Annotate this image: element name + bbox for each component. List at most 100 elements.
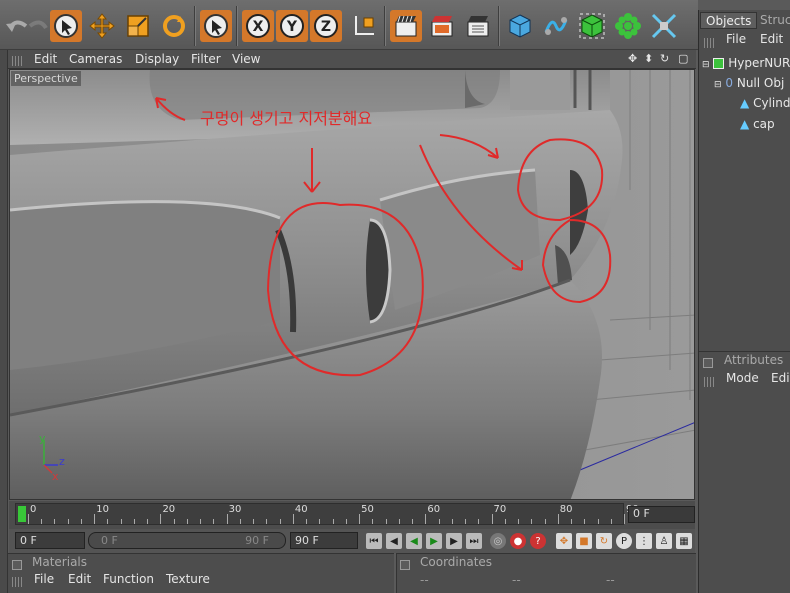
array-object-icon[interactable] bbox=[612, 10, 644, 42]
view-move-icon[interactable]: ✥ bbox=[628, 52, 637, 65]
tree-item-hypernurbs[interactable]: ⊟ HyperNUR bbox=[702, 56, 790, 70]
record-keys-icon[interactable]: ◎ bbox=[490, 533, 506, 549]
next-key-icon[interactable]: ▶ bbox=[446, 533, 462, 549]
render-view-icon[interactable] bbox=[390, 10, 422, 42]
goto-end-icon[interactable]: ⏭ bbox=[466, 533, 482, 549]
svg-text:Y: Y bbox=[286, 19, 298, 35]
timeline-tick bbox=[332, 519, 334, 524]
timeline-tick bbox=[120, 519, 122, 524]
key-rotation-icon[interactable]: ↻ bbox=[596, 533, 612, 549]
timeline-tick bbox=[438, 519, 440, 524]
scale-tool-icon[interactable] bbox=[122, 10, 154, 42]
move-tool-icon[interactable] bbox=[86, 10, 118, 42]
end-frame-field[interactable]: 90 F bbox=[290, 532, 358, 549]
y-axis-lock-icon[interactable]: Y bbox=[276, 10, 308, 42]
deformer-icon[interactable] bbox=[648, 10, 680, 42]
timeline-window-icon[interactable]: ▦ bbox=[676, 533, 692, 549]
timeline-tick bbox=[372, 519, 374, 524]
menu-view[interactable]: View bbox=[232, 52, 260, 66]
range-slider[interactable]: 0 F 90 F bbox=[88, 532, 286, 549]
menu-display[interactable]: Display bbox=[135, 52, 179, 66]
grip-icon bbox=[12, 53, 30, 67]
objects-menu-edit[interactable]: Edit bbox=[760, 31, 783, 48]
timeline-tick bbox=[28, 514, 29, 524]
view-rotate-icon[interactable]: ↻ bbox=[660, 52, 669, 65]
selection-filter-icon[interactable] bbox=[200, 10, 232, 42]
attributes-checkbox[interactable] bbox=[703, 355, 719, 369]
hypernurbs-icon[interactable] bbox=[576, 10, 608, 42]
tab-structure[interactable]: Struct bbox=[755, 12, 790, 29]
coord-field-z[interactable]: -- bbox=[606, 572, 615, 589]
timeline-tick bbox=[186, 519, 188, 524]
z-axis-lock-icon[interactable]: Z bbox=[310, 10, 342, 42]
expand-icon[interactable]: ⊟ bbox=[714, 80, 722, 90]
tree-item-null[interactable]: ⊟ 0 Null Obj bbox=[714, 76, 784, 90]
play-icon[interactable]: ▶ bbox=[426, 533, 442, 549]
cube-object-icon[interactable] bbox=[504, 10, 536, 42]
timeline-tick bbox=[133, 519, 135, 524]
left-edge-strip bbox=[0, 50, 8, 593]
materials-grip-icon bbox=[12, 574, 30, 588]
rotate-tool-icon[interactable] bbox=[158, 10, 190, 42]
timeline-tick bbox=[41, 519, 43, 524]
key-position-icon[interactable]: ✥ bbox=[556, 533, 572, 549]
timeline-ruler[interactable]: 0102030405060708090 bbox=[15, 503, 639, 525]
materials-checkbox[interactable] bbox=[12, 557, 28, 571]
time-slider-handle[interactable] bbox=[18, 506, 26, 522]
timeline-tick bbox=[319, 519, 321, 524]
view-zoom-icon[interactable]: ⬍ bbox=[644, 52, 653, 65]
objects-menu-file[interactable]: File bbox=[726, 31, 746, 48]
key-parameter-icon[interactable]: P bbox=[616, 533, 632, 549]
goto-start-icon[interactable]: ⏮ bbox=[366, 533, 382, 549]
timeline-tick bbox=[610, 519, 612, 524]
scheme-icon[interactable]: ♙ bbox=[656, 533, 672, 549]
attributes-menu-mode[interactable]: Mode bbox=[726, 370, 759, 387]
timeline-tick bbox=[597, 519, 599, 524]
autokey-icon[interactable]: ● bbox=[510, 533, 526, 549]
key-scale-icon[interactable]: ■ bbox=[576, 533, 592, 549]
timeline-tick-label: 20 bbox=[162, 504, 176, 515]
coord-field-y[interactable]: -- bbox=[512, 572, 521, 589]
materials-menu-file[interactable]: File bbox=[34, 571, 54, 588]
spline-icon[interactable] bbox=[540, 10, 572, 42]
timeline-tick bbox=[147, 519, 149, 524]
current-frame-field[interactable]: 0 F bbox=[628, 506, 695, 523]
live-selection-icon[interactable] bbox=[50, 10, 82, 42]
prev-key-icon[interactable]: ◀ bbox=[386, 533, 402, 549]
expand-icon[interactable]: ⊟ bbox=[702, 60, 710, 70]
materials-menu-texture[interactable]: Texture bbox=[166, 571, 210, 588]
timeline-tick-label: 0 bbox=[30, 504, 37, 515]
coord-field-x[interactable]: -- bbox=[420, 572, 429, 589]
cap-object-icon: ▲ bbox=[740, 117, 750, 131]
tree-item-cap[interactable]: ▲ cap bbox=[740, 117, 775, 131]
render-settings-icon[interactable] bbox=[462, 10, 494, 42]
materials-menu-function[interactable]: Function bbox=[103, 571, 154, 588]
play-reverse-icon[interactable]: ◀ bbox=[406, 533, 422, 549]
keyframe-selection-icon[interactable]: ? bbox=[530, 533, 546, 549]
menu-cameras[interactable]: Cameras bbox=[69, 52, 122, 66]
materials-title: Materials bbox=[32, 555, 88, 569]
timeline-tick-label: 70 bbox=[493, 504, 507, 515]
timeline-tick bbox=[504, 519, 506, 524]
timeline-tick bbox=[491, 514, 493, 524]
menu-edit[interactable]: Edit bbox=[34, 52, 57, 66]
timeline-tick bbox=[465, 519, 467, 524]
tree-item-cylinder[interactable]: ▲ Cylinde bbox=[740, 96, 790, 110]
range-end-label: 90 F bbox=[245, 534, 269, 547]
start-frame-field[interactable]: 0 F bbox=[15, 532, 85, 549]
menu-filter[interactable]: Filter bbox=[191, 52, 221, 66]
perspective-viewport[interactable]: y z x 구멍이 생기고 지저분해요 bbox=[9, 69, 695, 500]
render-picture-viewer-icon[interactable] bbox=[426, 10, 458, 42]
timeline-tick bbox=[412, 519, 414, 524]
timeline-tick-label: 10 bbox=[96, 504, 109, 515]
coordinates-checkbox[interactable] bbox=[400, 557, 416, 571]
key-pla-icon[interactable]: ⋮ bbox=[636, 533, 652, 549]
x-axis-lock-icon[interactable]: X bbox=[242, 10, 274, 42]
materials-menu-edit[interactable]: Edit bbox=[68, 571, 91, 588]
viewport-label: Perspective bbox=[11, 71, 81, 86]
tab-objects[interactable]: Objects bbox=[700, 12, 758, 29]
coordinate-system-icon[interactable] bbox=[348, 10, 380, 42]
timeline-tick bbox=[213, 519, 215, 524]
view-maximize-icon[interactable]: ▢ bbox=[678, 52, 688, 65]
attributes-menu-edit[interactable]: Edi bbox=[771, 370, 790, 387]
